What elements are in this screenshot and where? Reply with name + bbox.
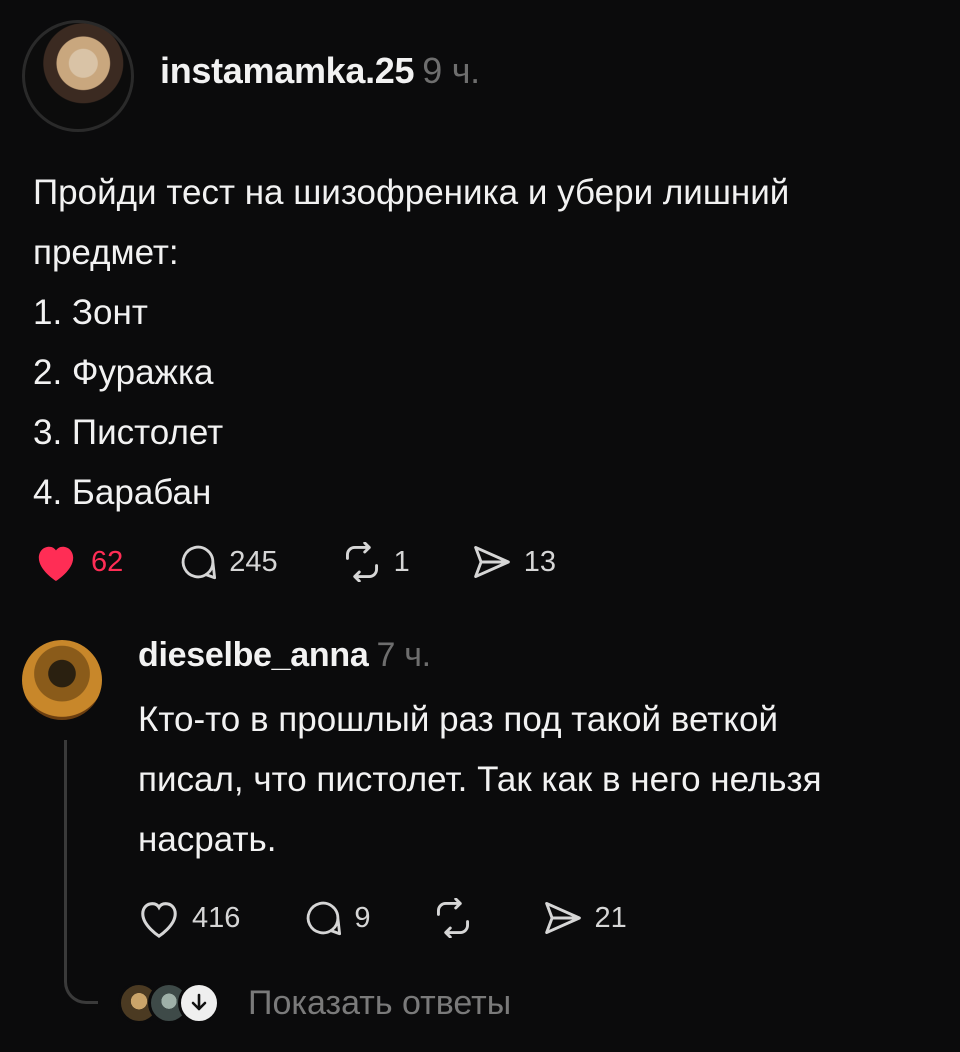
comment-author[interactable]: dieselbe_anna 7 ч.: [138, 636, 431, 675]
arrow-down-icon: [178, 982, 220, 1024]
comment-button[interactable]: 245: [177, 541, 278, 583]
show-replies-button[interactable]: Показать ответы: [118, 982, 511, 1024]
post-actions: 62 245 1 13: [33, 540, 556, 584]
heart-icon: [33, 541, 79, 583]
repost-icon: [431, 898, 475, 938]
repost-button[interactable]: 1: [340, 542, 410, 582]
comment-body: Кто-то в прошлый раз под такой веткой пи…: [138, 690, 948, 870]
share-count: 21: [594, 901, 627, 934]
speech-bubble-icon: [302, 897, 344, 939]
thread-line: [64, 740, 98, 1004]
post-line: 1. Зонт: [33, 293, 148, 332]
post-line: 2. Фуражка: [33, 353, 214, 392]
repost-count: 1: [393, 545, 410, 578]
send-icon: [541, 898, 585, 938]
post-body: Пройди тест на шизофреника и убери лишни…: [33, 163, 933, 523]
show-replies-label[interactable]: Показать ответы: [248, 984, 511, 1023]
comment-button[interactable]: 9: [302, 897, 371, 939]
share-button[interactable]: 21: [541, 898, 627, 938]
like-count: 62: [91, 545, 124, 578]
like-count: 416: [192, 901, 241, 934]
avatar[interactable]: [22, 20, 134, 132]
post-line: 3. Пистолет: [33, 413, 224, 452]
post-line: предмет:: [33, 233, 179, 272]
post-username[interactable]: instamamka.25: [160, 50, 415, 91]
post-line: 4. Барабан: [33, 473, 212, 512]
comment-username[interactable]: dieselbe_anna: [138, 636, 369, 674]
post-author[interactable]: instamamka.25 9 ч.: [160, 50, 480, 92]
comment-line: насрать.: [138, 820, 277, 859]
heart-icon: [136, 897, 182, 939]
share-count: 13: [523, 545, 557, 578]
post-time: 9 ч.: [422, 50, 480, 91]
comment-time: 7 ч.: [376, 636, 431, 674]
post-line: Пройди тест на шизофреника и убери лишни…: [33, 173, 790, 212]
comment-actions: 416 9 21: [136, 896, 627, 940]
repost-icon: [340, 542, 384, 582]
send-icon: [470, 542, 514, 582]
comment-line: Кто-то в прошлый раз под такой веткой: [138, 700, 779, 739]
comment-line: писал, что пистолет. Так как в него нель…: [138, 760, 822, 799]
like-button[interactable]: 62: [33, 541, 123, 583]
repost-button[interactable]: [431, 898, 475, 938]
like-button[interactable]: 416: [136, 897, 240, 939]
comment-count: 245: [229, 545, 278, 578]
speech-bubble-icon: [177, 541, 219, 583]
share-button[interactable]: 13: [470, 542, 556, 582]
avatar[interactable]: [22, 640, 102, 720]
comment-count: 9: [354, 901, 371, 934]
